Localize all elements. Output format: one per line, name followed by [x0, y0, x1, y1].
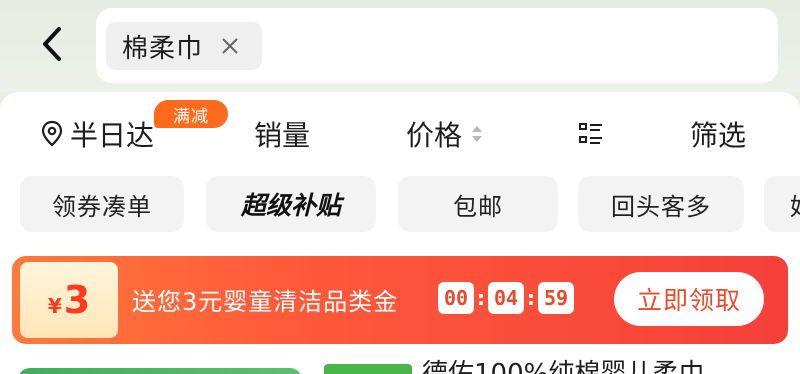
tag-coupon-bundle[interactable]: 领券凑单: [20, 176, 184, 232]
search-query-text: 棉柔巾: [122, 33, 204, 64]
coupon-description: 送您3元婴童清洁品类金: [132, 288, 399, 316]
location-label: 半日达: [70, 119, 155, 152]
product-thumbnail[interactable]: [18, 368, 302, 374]
countdown-seconds: 59: [538, 282, 574, 314]
filter-label: 筛选: [690, 119, 747, 152]
list-view-icon: [579, 123, 602, 144]
countdown-hours: 00: [438, 282, 474, 314]
results-panel: 半日达 满减 销量 价格 筛选 领券凑单 超级补贴 包邮 回头客多 ¥ 3 送您…: [0, 92, 800, 374]
tag-label: 包邮: [453, 192, 503, 221]
top-bar: 棉柔巾: [0, 0, 800, 92]
tag-free-shipping[interactable]: 包邮: [398, 176, 558, 232]
sort-arrows-icon: [472, 126, 483, 142]
product-title[interactable]: 德佑100%纯棉婴儿柔巾: [422, 356, 704, 374]
coupon-banner: ¥ 3 送您3元婴童清洁品类金 00 : 04 : 59 立即领取: [12, 256, 788, 344]
coupon-amount: 3: [63, 278, 91, 322]
search-box[interactable]: 棉柔巾: [96, 8, 778, 83]
filter-button[interactable]: 筛选: [690, 114, 746, 154]
chevron-left-icon: [43, 27, 61, 61]
countdown-timer: 00 : 04 : 59: [438, 282, 574, 314]
search-query-chip[interactable]: 棉柔巾: [106, 22, 262, 70]
discount-badge: 满减: [154, 100, 228, 128]
tag-super-subsidy[interactable]: 超级补贴: [206, 176, 376, 232]
sort-bar: 半日达 满减 销量 价格 筛选: [0, 92, 800, 172]
layout-toggle[interactable]: [578, 114, 604, 154]
price-label: 价格: [406, 119, 463, 152]
product-promo-tag: [324, 364, 412, 374]
coupon-currency: ¥: [47, 294, 62, 318]
tag-label: 领券凑单: [52, 192, 152, 221]
tag-label: 回头客多: [611, 192, 711, 221]
location-filter[interactable]: 半日达: [40, 114, 154, 154]
countdown-minutes: 04: [488, 282, 524, 314]
super-subsidy-logo: 超级补贴: [240, 191, 341, 220]
coupon-ticket: ¥ 3: [20, 262, 118, 338]
back-button[interactable]: [30, 22, 74, 66]
tag-label: 好: [790, 187, 800, 222]
location-pin-icon: [41, 120, 63, 147]
countdown-separator: :: [477, 286, 485, 310]
tag-repeat-buyers[interactable]: 回头客多: [578, 176, 744, 232]
sales-label: 销量: [254, 119, 311, 152]
sort-price[interactable]: 价格: [406, 114, 484, 154]
countdown-separator: :: [527, 286, 535, 310]
sort-sales[interactable]: 销量: [254, 114, 310, 154]
tag-partial[interactable]: 好: [764, 176, 800, 232]
close-icon[interactable]: [219, 35, 241, 57]
claim-coupon-button[interactable]: 立即领取: [614, 272, 764, 326]
